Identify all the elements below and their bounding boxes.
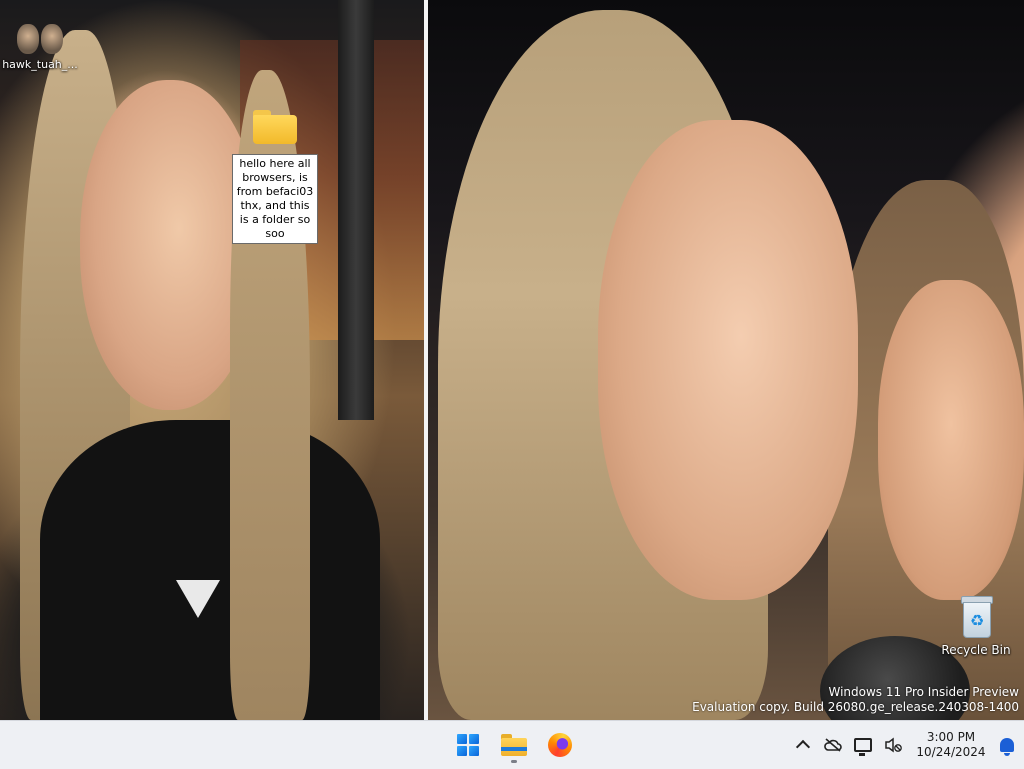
windows-watermark: Windows 11 Pro Insider Preview Evaluatio…	[692, 685, 1019, 715]
clock-time: 3:00 PM	[926, 730, 976, 744]
clock-date: 10/24/2024	[916, 745, 986, 759]
wallpaper-left-photo	[0, 0, 424, 720]
desktop-icon-hawk-tuah[interactable]: hawk_tuah_...	[2, 24, 78, 71]
network-button[interactable]	[848, 727, 878, 763]
system-tray: 3:00 PM 10/24/2024	[788, 721, 1024, 769]
clock-button[interactable]: 3:00 PM 10/24/2024	[908, 730, 994, 760]
network-icon	[854, 738, 872, 756]
volume-muted-icon	[885, 737, 902, 753]
onedrive-button[interactable]	[818, 727, 848, 763]
notifications-button[interactable]	[994, 727, 1024, 763]
watermark-edition: Windows 11 Pro Insider Preview	[828, 685, 1019, 699]
recycle-bin-icon: ♻	[959, 596, 993, 638]
windows-logo-icon	[457, 734, 479, 756]
taskbar-apps	[448, 721, 580, 769]
cloud-off-icon	[824, 738, 842, 752]
desktop-icon-label: hawk_tuah_...	[2, 58, 78, 71]
notification-bell-icon	[1000, 738, 1014, 756]
desktop-icon-label: Recycle Bin	[941, 643, 1011, 657]
firefox-button[interactable]	[540, 725, 580, 765]
folder-icon	[253, 108, 297, 144]
start-button[interactable]	[448, 725, 488, 765]
video-thumbnail-icon	[2, 24, 78, 56]
show-hidden-icons-button[interactable]	[788, 727, 818, 763]
desktop-icon-recycle-bin[interactable]: ♻ Recycle Bin	[938, 596, 1014, 657]
file-explorer-icon	[501, 734, 527, 756]
folder-rename-input[interactable]: hello here all browsers, is from befaci0…	[232, 154, 318, 244]
desktop-icon-new-folder[interactable]: hello here all browsers, is from befaci0…	[232, 108, 318, 244]
volume-button[interactable]	[878, 727, 908, 763]
chevron-up-icon	[795, 739, 811, 755]
firefox-icon	[548, 733, 572, 757]
wallpaper-right-photo	[428, 0, 1024, 720]
file-explorer-button[interactable]	[494, 725, 534, 765]
watermark-build: Evaluation copy. Build 26080.ge_release.…	[692, 700, 1019, 714]
running-indicator	[511, 760, 517, 763]
taskbar: 3:00 PM 10/24/2024	[0, 720, 1024, 769]
desktop-wallpaper	[0, 0, 1024, 720]
